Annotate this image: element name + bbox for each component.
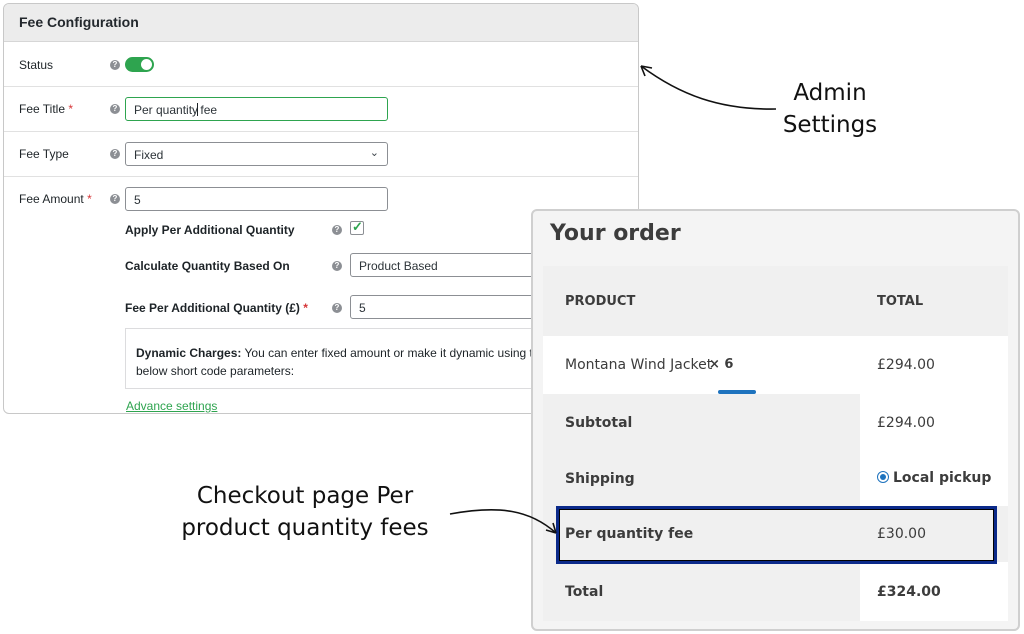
checkout-arrow-line bbox=[449, 509, 557, 534]
admin-arrow-line bbox=[640, 65, 777, 110]
annotation-arrows bbox=[449, 65, 777, 534]
